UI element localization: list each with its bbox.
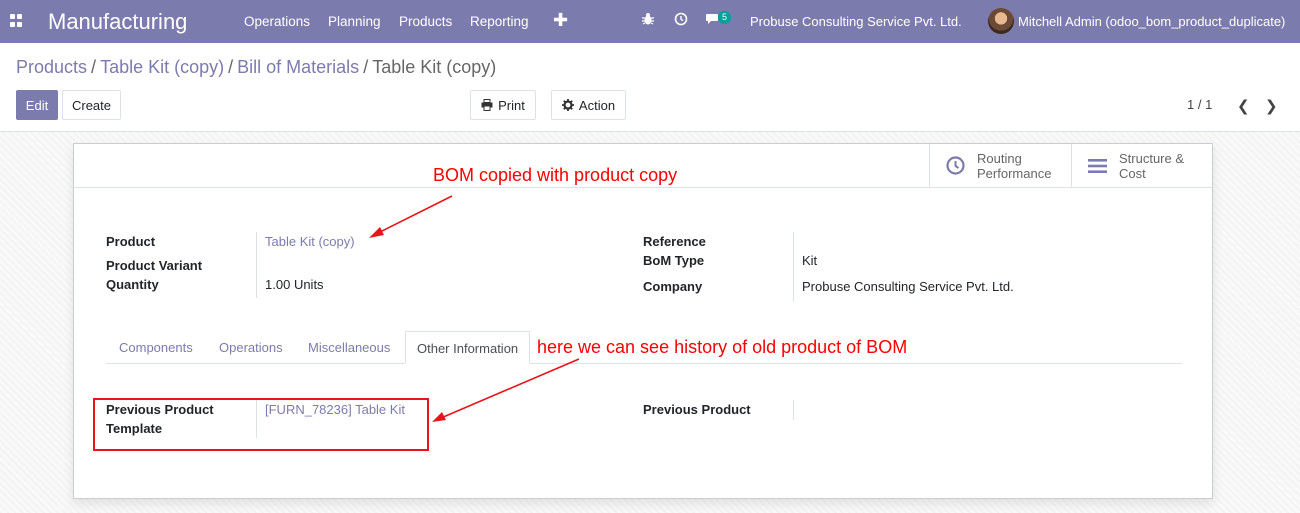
tab-other-information[interactable]: Other Information: [405, 331, 531, 364]
tab-miscellaneous[interactable]: Miscellaneous: [308, 331, 390, 364]
menu-operations[interactable]: Operations: [244, 14, 310, 29]
structure-label: Structure &: [1119, 150, 1185, 166]
user-avatar[interactable]: [988, 8, 1014, 34]
print-label: Print: [498, 97, 525, 113]
edit-button[interactable]: Edit: [16, 90, 58, 120]
breadcrumb-current: Table Kit (copy): [372, 57, 497, 77]
bars-icon: [1088, 158, 1107, 173]
chevron-left-icon[interactable]: ❮: [1237, 97, 1250, 115]
right-field-separator: [793, 232, 794, 302]
action-button[interactable]: Action: [551, 90, 626, 120]
user-menu[interactable]: Mitchell Admin (odoo_bom_product_duplica…: [1018, 14, 1285, 29]
previous-product-label: Previous Product: [643, 402, 751, 417]
highlight-box: [93, 398, 429, 451]
performance-label: Performance: [977, 165, 1052, 181]
breadcrumb-table-kit-copy[interactable]: Table Kit (copy): [100, 57, 224, 77]
clock-icon: [946, 156, 965, 175]
prev-product-separator: [793, 400, 794, 420]
company-switcher[interactable]: Probuse Consulting Service Pvt. Ltd.: [750, 14, 962, 29]
print-icon: [481, 99, 493, 111]
breadcrumb: Products / Table Kit (copy) / Bill of Materi…: [16, 57, 497, 77]
structure-cost-button[interactable]: Structure & Cost: [1071, 144, 1212, 187]
action-label: Action: [578, 97, 616, 113]
plus-icon[interactable]: ✚: [553, 10, 568, 31]
product-label: Product: [106, 234, 156, 249]
smart-button-divider: [74, 187, 1212, 188]
create-button[interactable]: Create: [62, 90, 121, 120]
pager-value[interactable]: 1 / 1: [1187, 97, 1212, 112]
quantity-uom: Units: [293, 277, 324, 292]
chevron-right-icon[interactable]: ❯: [1265, 97, 1278, 115]
quantity-value: 1.00 Units: [265, 277, 324, 292]
menu-reporting[interactable]: Reporting: [470, 14, 529, 29]
gear-icon: [561, 99, 574, 111]
clock-icon[interactable]: [674, 12, 688, 29]
print-button[interactable]: Print: [470, 90, 536, 120]
breadcrumb-products[interactable]: Products: [16, 57, 87, 77]
annotation-history: here we can see history of old product o…: [537, 337, 908, 357]
routing-performance-button[interactable]: Routing Performance: [929, 144, 1071, 187]
product-value[interactable]: Table Kit (copy): [265, 234, 355, 249]
apps-menu-icon[interactable]: [10, 14, 23, 27]
breadcrumb-bill-of-materials[interactable]: Bill of Materials: [237, 57, 359, 77]
quantity-number: 1.00: [265, 277, 291, 292]
menu-products[interactable]: Products: [399, 14, 452, 29]
company-label: Company: [643, 279, 703, 294]
reference-label: Reference: [643, 234, 706, 249]
top-navbar: Manufacturing Operations Planning Produc…: [0, 0, 1300, 43]
tab-components[interactable]: Components: [119, 331, 193, 364]
quantity-label: Quantity: [106, 277, 159, 292]
chat-count-badge: 5: [718, 11, 732, 24]
routing-label: Routing: [977, 150, 1022, 166]
company-value: Probuse Consulting Service Pvt. Ltd.: [802, 279, 1014, 294]
bug-icon[interactable]: [641, 12, 655, 29]
menu-planning[interactable]: Planning: [328, 14, 381, 29]
bom-type-label: BoM Type: [643, 253, 705, 268]
tab-operations[interactable]: Operations: [219, 331, 283, 364]
cost-label: Cost: [1119, 165, 1146, 181]
app-brand[interactable]: Manufacturing: [48, 9, 187, 35]
annotation-bom-copied: BOM copied with product copy: [433, 165, 678, 185]
left-field-separator: [256, 232, 257, 298]
bom-type-value: Kit: [802, 253, 818, 268]
product-variant-label: Product Variant: [106, 258, 203, 273]
